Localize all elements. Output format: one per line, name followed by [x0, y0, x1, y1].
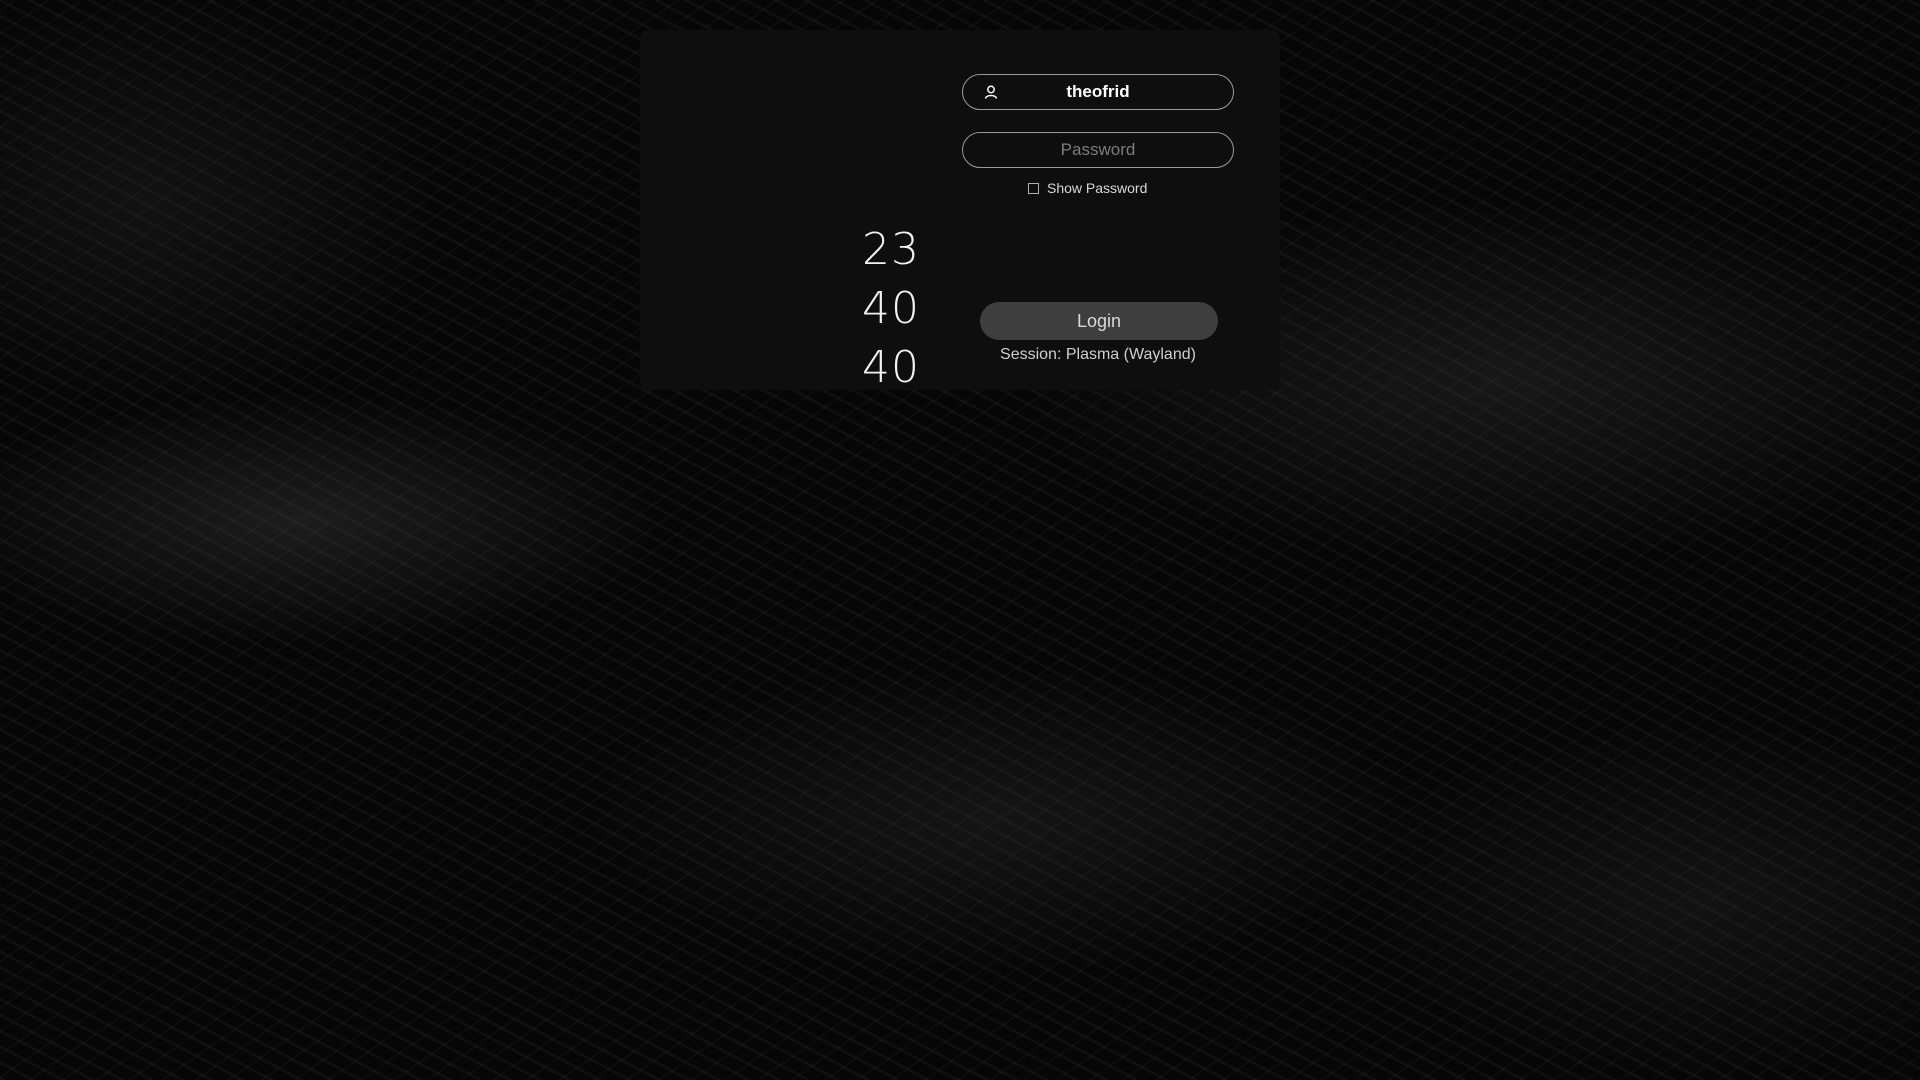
password-placeholder: Password [1060, 140, 1136, 159]
session-selector[interactable]: Session: Plasma (Wayland) [962, 346, 1234, 364]
username-field[interactable]: theofrid [962, 74, 1234, 110]
login-button[interactable]: Login [980, 302, 1218, 340]
login-panel: 23 40 40 theofrid Password Show Password… [640, 30, 1280, 393]
show-password-toggle[interactable]: Show Password [1028, 180, 1147, 196]
clock-hours: 23 [862, 224, 920, 275]
user-icon [983, 84, 999, 100]
clock-seconds: 40 [862, 342, 920, 393]
password-field[interactable]: Password [962, 132, 1234, 168]
show-password-checkbox[interactable] [1028, 182, 1039, 194]
login-button-label: Login [1076, 310, 1122, 331]
clock: 23 40 40 [800, 220, 920, 397]
username-text: theofrid [1066, 82, 1130, 101]
show-password-label: Show Password [1047, 180, 1148, 196]
clock-minutes: 40 [862, 283, 920, 334]
